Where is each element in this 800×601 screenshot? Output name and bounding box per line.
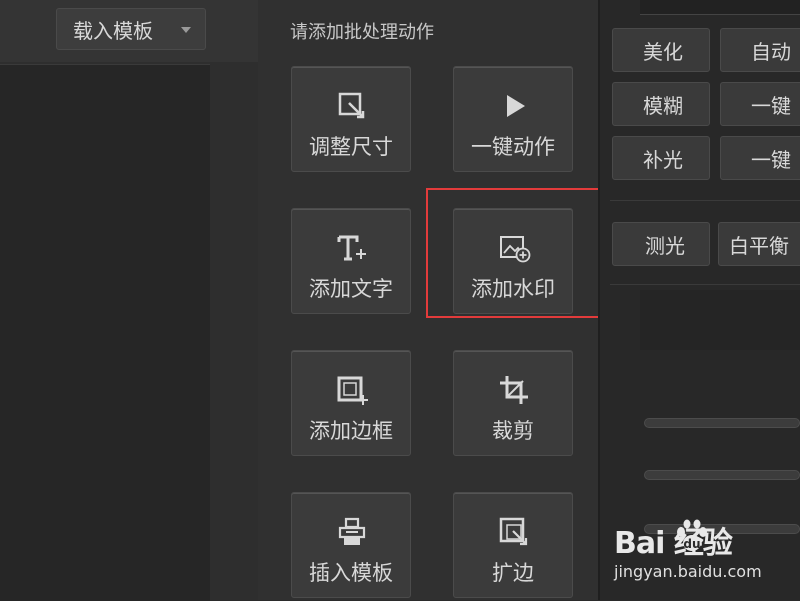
baidu-jingyan-watermark: Bai 经验 du jingyan.baidu.com (612, 518, 800, 590)
image-list-area[interactable] (0, 64, 210, 601)
resize-icon (335, 89, 369, 123)
blur-label: 模糊 (643, 93, 683, 118)
right-dark-area (640, 290, 800, 350)
one-click-label-2: 一键 (751, 147, 791, 172)
one-click-action-button[interactable]: 一键动作 (453, 66, 573, 172)
load-template-label: 载入模板 (73, 18, 153, 43)
add-watermark-button[interactable]: 添加水印 (453, 208, 573, 314)
text-add-icon (335, 231, 369, 265)
load-template-dropdown[interactable]: 载入模板 (56, 8, 206, 50)
watermark-url: jingyan.baidu.com (614, 562, 762, 581)
slider-track-2[interactable] (644, 470, 800, 480)
auto-button[interactable]: 自动 (720, 28, 800, 72)
resize-label: 调整尺寸 (309, 135, 393, 159)
watermark-image-add-icon (497, 231, 531, 265)
one-click-button-2[interactable]: 一键 (720, 136, 800, 180)
add-border-label: 添加边框 (309, 419, 393, 443)
right-separator-2 (610, 284, 800, 285)
beautify-button[interactable]: 美化 (612, 28, 710, 72)
fill-light-label: 补光 (643, 147, 683, 172)
slider-track-1[interactable] (644, 418, 800, 428)
right-separator-1 (610, 200, 800, 201)
insert-template-button[interactable]: 插入模板 (291, 492, 411, 598)
one-click-button-1[interactable]: 一键 (720, 82, 800, 126)
metering-button[interactable]: 测光 (612, 222, 710, 266)
add-border-button[interactable]: 添加边框 (291, 350, 411, 456)
border-add-icon (335, 373, 369, 407)
insert-template-label: 插入模板 (309, 561, 393, 585)
chevron-down-icon (181, 27, 191, 33)
crop-button[interactable]: 裁剪 (453, 350, 573, 456)
expand-edge-icon (497, 515, 531, 549)
svg-text:du: du (683, 537, 700, 551)
blur-button[interactable]: 模糊 (612, 82, 710, 126)
auto-label: 自动 (751, 39, 791, 64)
beautify-label: 美化 (643, 39, 683, 64)
expand-edge-label: 扩边 (492, 561, 534, 585)
one-click-label-1: 一键 (751, 93, 791, 118)
add-watermark-label: 添加水印 (471, 277, 555, 301)
white-balance-button[interactable]: 白平衡 (718, 222, 800, 266)
baidu-paw-icon: du (677, 519, 707, 551)
play-icon (497, 89, 531, 123)
white-balance-label: 白平衡 (729, 233, 789, 258)
one-click-action-label: 一键动作 (471, 135, 555, 159)
template-insert-icon (335, 515, 369, 549)
expand-edge-button[interactable]: 扩边 (453, 492, 573, 598)
fill-light-button[interactable]: 补光 (612, 136, 710, 180)
batch-actions-title: 请添加批处理动作 (290, 22, 434, 43)
add-text-label: 添加文字 (309, 277, 393, 301)
right-top-strip (640, 0, 800, 15)
crop-icon (497, 373, 531, 407)
add-text-button[interactable]: 添加文字 (291, 208, 411, 314)
crop-label: 裁剪 (492, 419, 534, 443)
metering-label: 测光 (645, 233, 685, 258)
resize-button[interactable]: 调整尺寸 (291, 66, 411, 172)
